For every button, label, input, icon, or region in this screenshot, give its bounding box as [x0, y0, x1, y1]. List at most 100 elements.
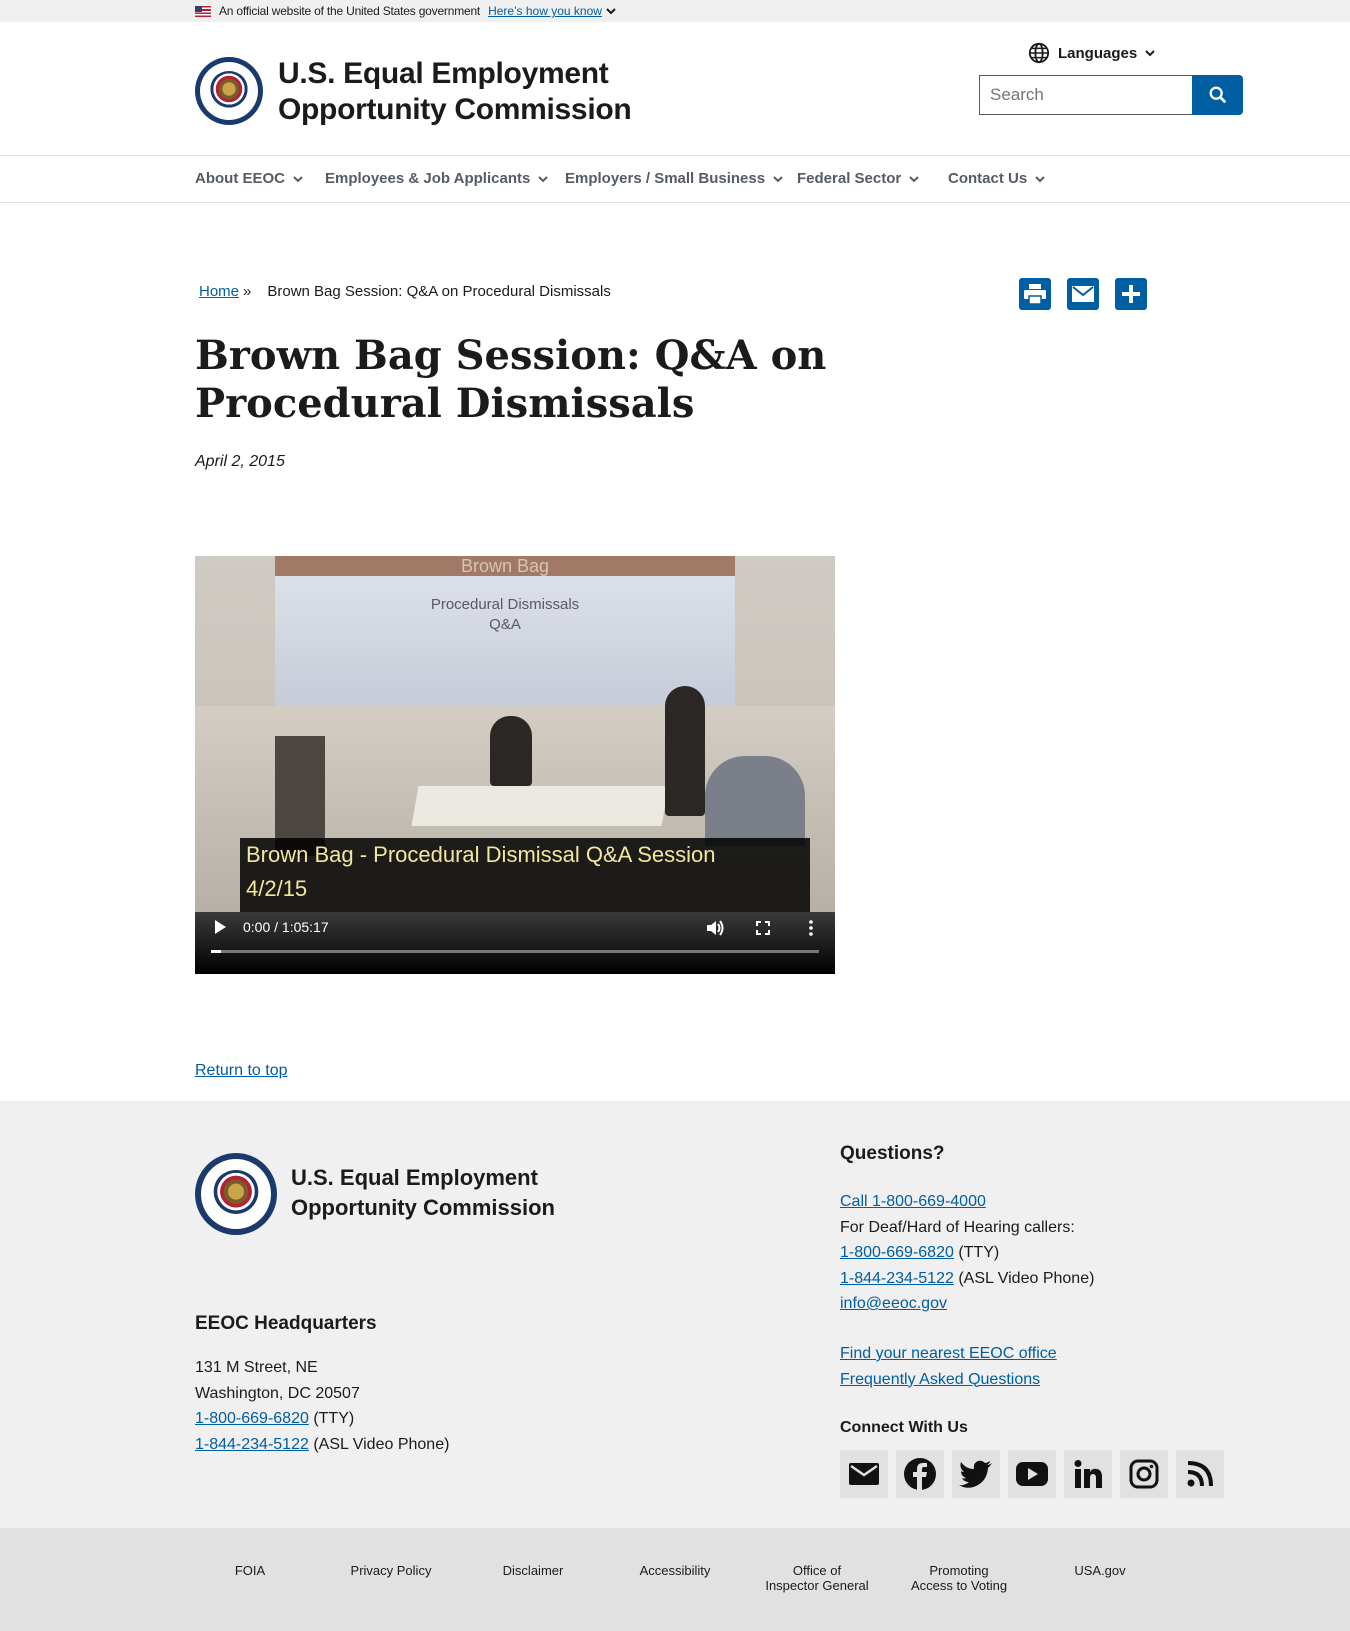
how-you-know-link[interactable]: Here’s how you know [488, 4, 602, 18]
link-line1: Promoting [929, 1563, 989, 1578]
instagram-icon [1129, 1459, 1159, 1489]
printer-icon [1024, 284, 1046, 305]
breadcrumb-current: Brown Bag Session: Q&A on Procedural Dis… [267, 283, 611, 300]
linkedin-icon [1074, 1460, 1102, 1488]
globe-icon [1028, 42, 1050, 64]
nav-label: Employers / Small Business [565, 170, 766, 187]
page-title: Brown Bag Session: Q&A on Procedural Dis… [195, 332, 827, 427]
hq-asl-link[interactable]: 1-844-234-5122 [195, 1436, 309, 1453]
video-person [705, 756, 805, 846]
questions-contacts: Call 1-800-669-4000 For Deaf/Hard of Hea… [840, 1189, 1094, 1317]
languages-button[interactable]: Languages [1028, 42, 1163, 64]
hq-address: 131 M Street, NE Washington, DC 20507 1-… [195, 1355, 449, 1457]
social-linkedin-button[interactable] [1064, 1450, 1112, 1498]
email-link[interactable]: info@eeoc.gov [840, 1295, 947, 1312]
chevron-down-icon [1145, 50, 1155, 57]
return-to-top-link[interactable]: Return to top [195, 1062, 288, 1080]
inspector-general-link[interactable]: Office of Inspector General [752, 1563, 882, 1593]
faq-link[interactable]: Frequently Asked Questions [840, 1371, 1040, 1388]
print-button[interactable] [1019, 278, 1051, 310]
video-screen-line1: Procedural Dismissals [430, 596, 580, 613]
video-screen-title: Brown Bag [460, 556, 550, 576]
find-office-link[interactable]: Find your nearest EEOC office [840, 1345, 1057, 1362]
social-facebook-button[interactable] [896, 1450, 944, 1498]
facebook-icon [904, 1458, 936, 1491]
asl-link[interactable]: 1-844-234-5122 [840, 1270, 954, 1287]
chevron-down-icon[interactable] [606, 6, 616, 16]
languages-label: Languages [1058, 44, 1138, 62]
breadcrumb-home-link[interactable]: Home [199, 283, 239, 300]
breadcrumb: Home » Brown Bag Session: Q&A on Procedu… [199, 283, 611, 300]
footer-title-line1: U.S. Equal Employment [291, 1165, 538, 1190]
video-controls: 0:00 / 1:05:17 [195, 912, 835, 974]
volume-icon[interactable] [705, 918, 725, 938]
video-progress-bar[interactable] [211, 950, 819, 953]
nav-label: About EEOC [195, 170, 285, 187]
accessibility-link[interactable]: Accessibility [615, 1563, 735, 1578]
social-rss-button[interactable] [1176, 1450, 1224, 1498]
video-progress-fill [211, 950, 222, 953]
hq-tty-link[interactable]: 1-800-669-6820 [195, 1410, 309, 1427]
social-youtube-button[interactable] [1008, 1450, 1056, 1498]
nav-label: Employees & Job Applicants [325, 170, 531, 187]
call-link[interactable]: Call 1-800-669-4000 [840, 1193, 986, 1210]
bottom-links-bar: FOIA Privacy Policy Disclaimer Accessibi… [0, 1528, 1350, 1631]
usa-gov-link[interactable]: USA.gov [1050, 1563, 1150, 1578]
social-twitter-button[interactable] [952, 1450, 1000, 1498]
link-line2: Inspector General [765, 1578, 869, 1593]
hq-address-line1: 131 M Street, NE [195, 1359, 318, 1376]
promoting-voting-link[interactable]: Promoting Access to Voting [894, 1563, 1024, 1593]
site-title-line1: U.S. Equal Employment [278, 57, 609, 90]
video-projection-screen: Brown Bag Procedural Dismissals Q&A [275, 556, 735, 706]
site-title[interactable]: U.S. Equal Employment Opportunity Commis… [278, 56, 632, 128]
search-icon [1209, 86, 1226, 104]
chevron-down-icon [1035, 175, 1045, 182]
footer-title-line2: Opportunity Commission [291, 1195, 555, 1220]
footer-title: U.S. Equal Employment Opportunity Commis… [291, 1163, 555, 1223]
video-caption-line1: Brown Bag - Procedural Dismissal Q&A Ses… [246, 842, 716, 867]
video-person [665, 686, 705, 816]
connect-heading: Connect With Us [840, 1419, 968, 1436]
email-share-button[interactable] [1067, 278, 1099, 310]
deaf-callers-text: For Deaf/Hard of Hearing callers: [840, 1218, 1075, 1236]
twitter-icon [959, 1460, 992, 1488]
nav-federal-sector[interactable]: Federal Sector [797, 170, 919, 187]
hq-asl-label: (ASL Video Phone) [308, 1435, 450, 1453]
nav-employees-job-applicants[interactable]: Employees & Job Applicants [325, 170, 549, 187]
asl-label: (ASL Video Phone) [953, 1269, 1095, 1287]
site-footer: U.S. Equal Employment Opportunity Commis… [0, 1101, 1350, 1528]
tty-link[interactable]: 1-800-669-6820 [840, 1244, 954, 1261]
social-email-button[interactable] [840, 1450, 888, 1498]
chevron-down-icon [773, 175, 783, 182]
hq-tty-label: (TTY) [308, 1410, 355, 1427]
plus-icon [1122, 285, 1140, 303]
chevron-down-icon [293, 175, 303, 182]
eeoc-seal-logo[interactable] [195, 1153, 277, 1235]
link-line1: Office of [792, 1563, 842, 1578]
share-button[interactable] [1115, 278, 1147, 310]
tty-label: (TTY) [953, 1244, 1000, 1261]
gov-banner-text: An official website of the United States… [219, 4, 481, 18]
search-input[interactable]: Search [979, 75, 1193, 115]
main-nav: About EEOC Employees & Job Applicants Em… [0, 156, 1350, 203]
gov-banner: An official website of the United States… [0, 0, 1350, 22]
nav-label: Contact Us [948, 170, 1028, 187]
more-options-icon[interactable] [801, 918, 821, 938]
search-button[interactable] [1192, 75, 1243, 115]
play-icon[interactable] [211, 918, 229, 936]
foia-link[interactable]: FOIA [200, 1563, 300, 1578]
link-line1: USA.gov [1074, 1563, 1126, 1578]
nav-about-eeoc[interactable]: About EEOC [195, 170, 303, 187]
video-player[interactable]: Brown Bag Procedural Dismissals Q&A Brow… [195, 556, 835, 974]
video-screen-line2: Q&A [489, 616, 521, 633]
fullscreen-icon[interactable] [753, 918, 773, 938]
link-line1: FOIA [234, 1563, 266, 1578]
nav-employers-small-business[interactable]: Employers / Small Business [565, 170, 783, 187]
privacy-policy-link[interactable]: Privacy Policy [331, 1563, 451, 1578]
link-line1: Accessibility [639, 1563, 711, 1578]
disclaimer-link[interactable]: Disclaimer [483, 1563, 583, 1578]
hq-heading: EEOC Headquarters [195, 1313, 377, 1334]
eeoc-seal-logo[interactable] [195, 57, 263, 125]
nav-contact-us[interactable]: Contact Us [948, 170, 1045, 187]
social-instagram-button[interactable] [1120, 1450, 1168, 1498]
